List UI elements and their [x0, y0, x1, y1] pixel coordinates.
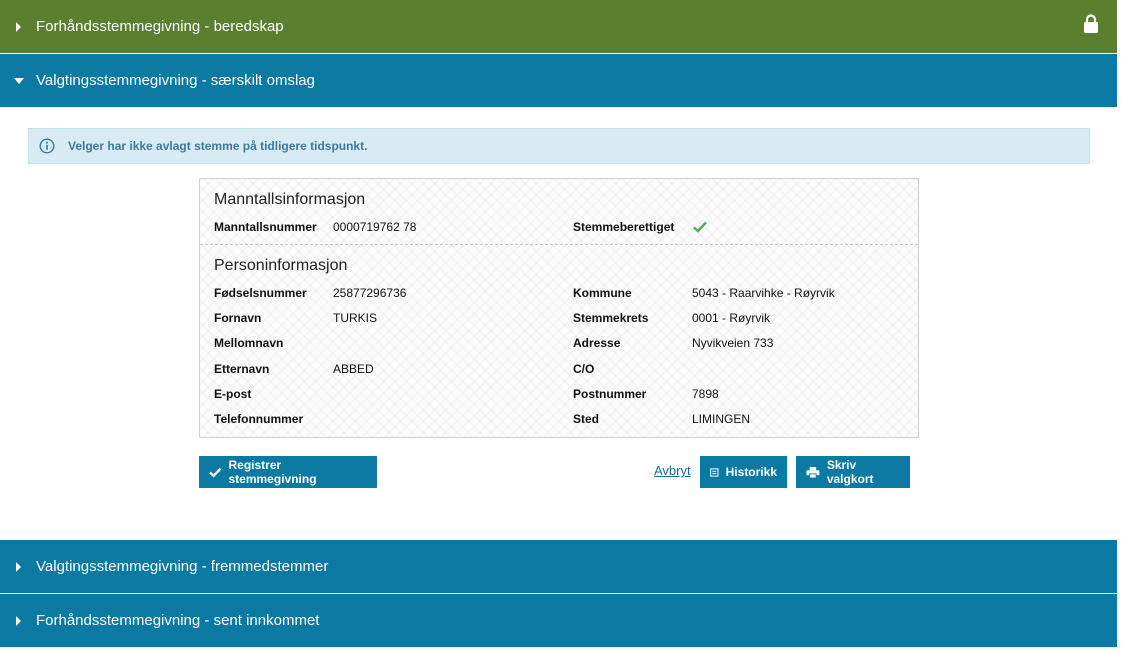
accordion-title: Valgtingsstemmegivning - særskilt omslag [36, 72, 315, 89]
info-alert: Velger har ikke avlagt stemme på tidlige… [28, 128, 1090, 164]
field-label: Manntallsnummer [214, 220, 317, 234]
button-label: Skriv valgkort [826, 458, 874, 486]
register-vote-button[interactable]: Registrer stemmegivning [199, 456, 377, 488]
check-icon [693, 221, 707, 233]
field-value: Nyvikveien 733 [692, 336, 774, 350]
button-label: Registrer stemmegivning [228, 458, 317, 486]
check-icon [209, 467, 222, 477]
button-label: Historikk [725, 465, 777, 479]
manntall-heading: Manntallsinformasjon [214, 191, 366, 208]
field-label: C/O [573, 362, 595, 376]
accordion-header-sent-innkommet[interactable]: Forhåndsstemmegivning - sent innkommet [0, 594, 1117, 647]
field-label: Sted [573, 412, 600, 426]
field-value: 25877296736 [333, 286, 407, 300]
voter-info-card: Manntallsinformasjon Manntallsnummer 000… [199, 178, 919, 438]
caret-down-icon [14, 74, 28, 88]
accordion-title: Forhåndsstemmegivning - beredskap [36, 18, 284, 35]
field-label: Fødselsnummer [214, 286, 307, 300]
caret-right-icon [14, 560, 28, 574]
accordion-header-saerskilt-omslag[interactable]: Valgtingsstemmegivning - særskilt omslag [0, 54, 1117, 107]
divider [200, 244, 918, 245]
field-label: Telefonnummer [214, 412, 304, 426]
cancel-link[interactable]: Avbryt [654, 463, 691, 478]
history-button[interactable]: Historikk [700, 456, 787, 488]
field-label: Stemmeberettiget [573, 220, 675, 234]
info-icon [39, 138, 55, 154]
field-value: 0000719762 78 [333, 220, 417, 234]
field-value: TURKIS [333, 311, 378, 325]
caret-right-icon [14, 20, 28, 34]
field-value: 5043 - Raarvihke - Røyrvik [692, 286, 835, 300]
lock-icon [1084, 14, 1098, 33]
field-label: Postnummer [573, 387, 647, 401]
accordion-header-beredskap[interactable]: Forhåndsstemmegivning - beredskap [0, 0, 1117, 53]
print-card-button[interactable]: Skriv valgkort [796, 456, 910, 488]
field-label: Kommune [573, 286, 632, 300]
person-heading: Personinformasjon [214, 257, 348, 274]
accordion-title: Forhåndsstemmegivning - sent innkommet [36, 612, 320, 629]
field-value: 7898 [692, 387, 719, 401]
field-label: Fornavn [214, 311, 262, 325]
field-label: Stemmekrets [573, 311, 649, 325]
field-label: Adresse [573, 336, 621, 350]
field-label: Mellomnavn [214, 336, 284, 350]
printer-icon [806, 466, 820, 478]
field-value: 0001 - Røyrvik [692, 311, 771, 325]
field-label: E-post [214, 387, 252, 401]
caret-right-icon [14, 614, 28, 628]
list-icon [710, 467, 719, 477]
accordion-header-fremmedstemmer[interactable]: Valgtingsstemmegivning - fremmedstemmer [0, 540, 1117, 593]
field-label: Etternavn [214, 362, 270, 376]
field-value: LIMINGEN [692, 412, 751, 426]
accordion-title: Valgtingsstemmegivning - fremmedstemmer [36, 558, 329, 575]
field-value: ABBED [333, 362, 374, 376]
info-message: Velger har ikke avlagt stemme på tidlige… [68, 139, 368, 153]
